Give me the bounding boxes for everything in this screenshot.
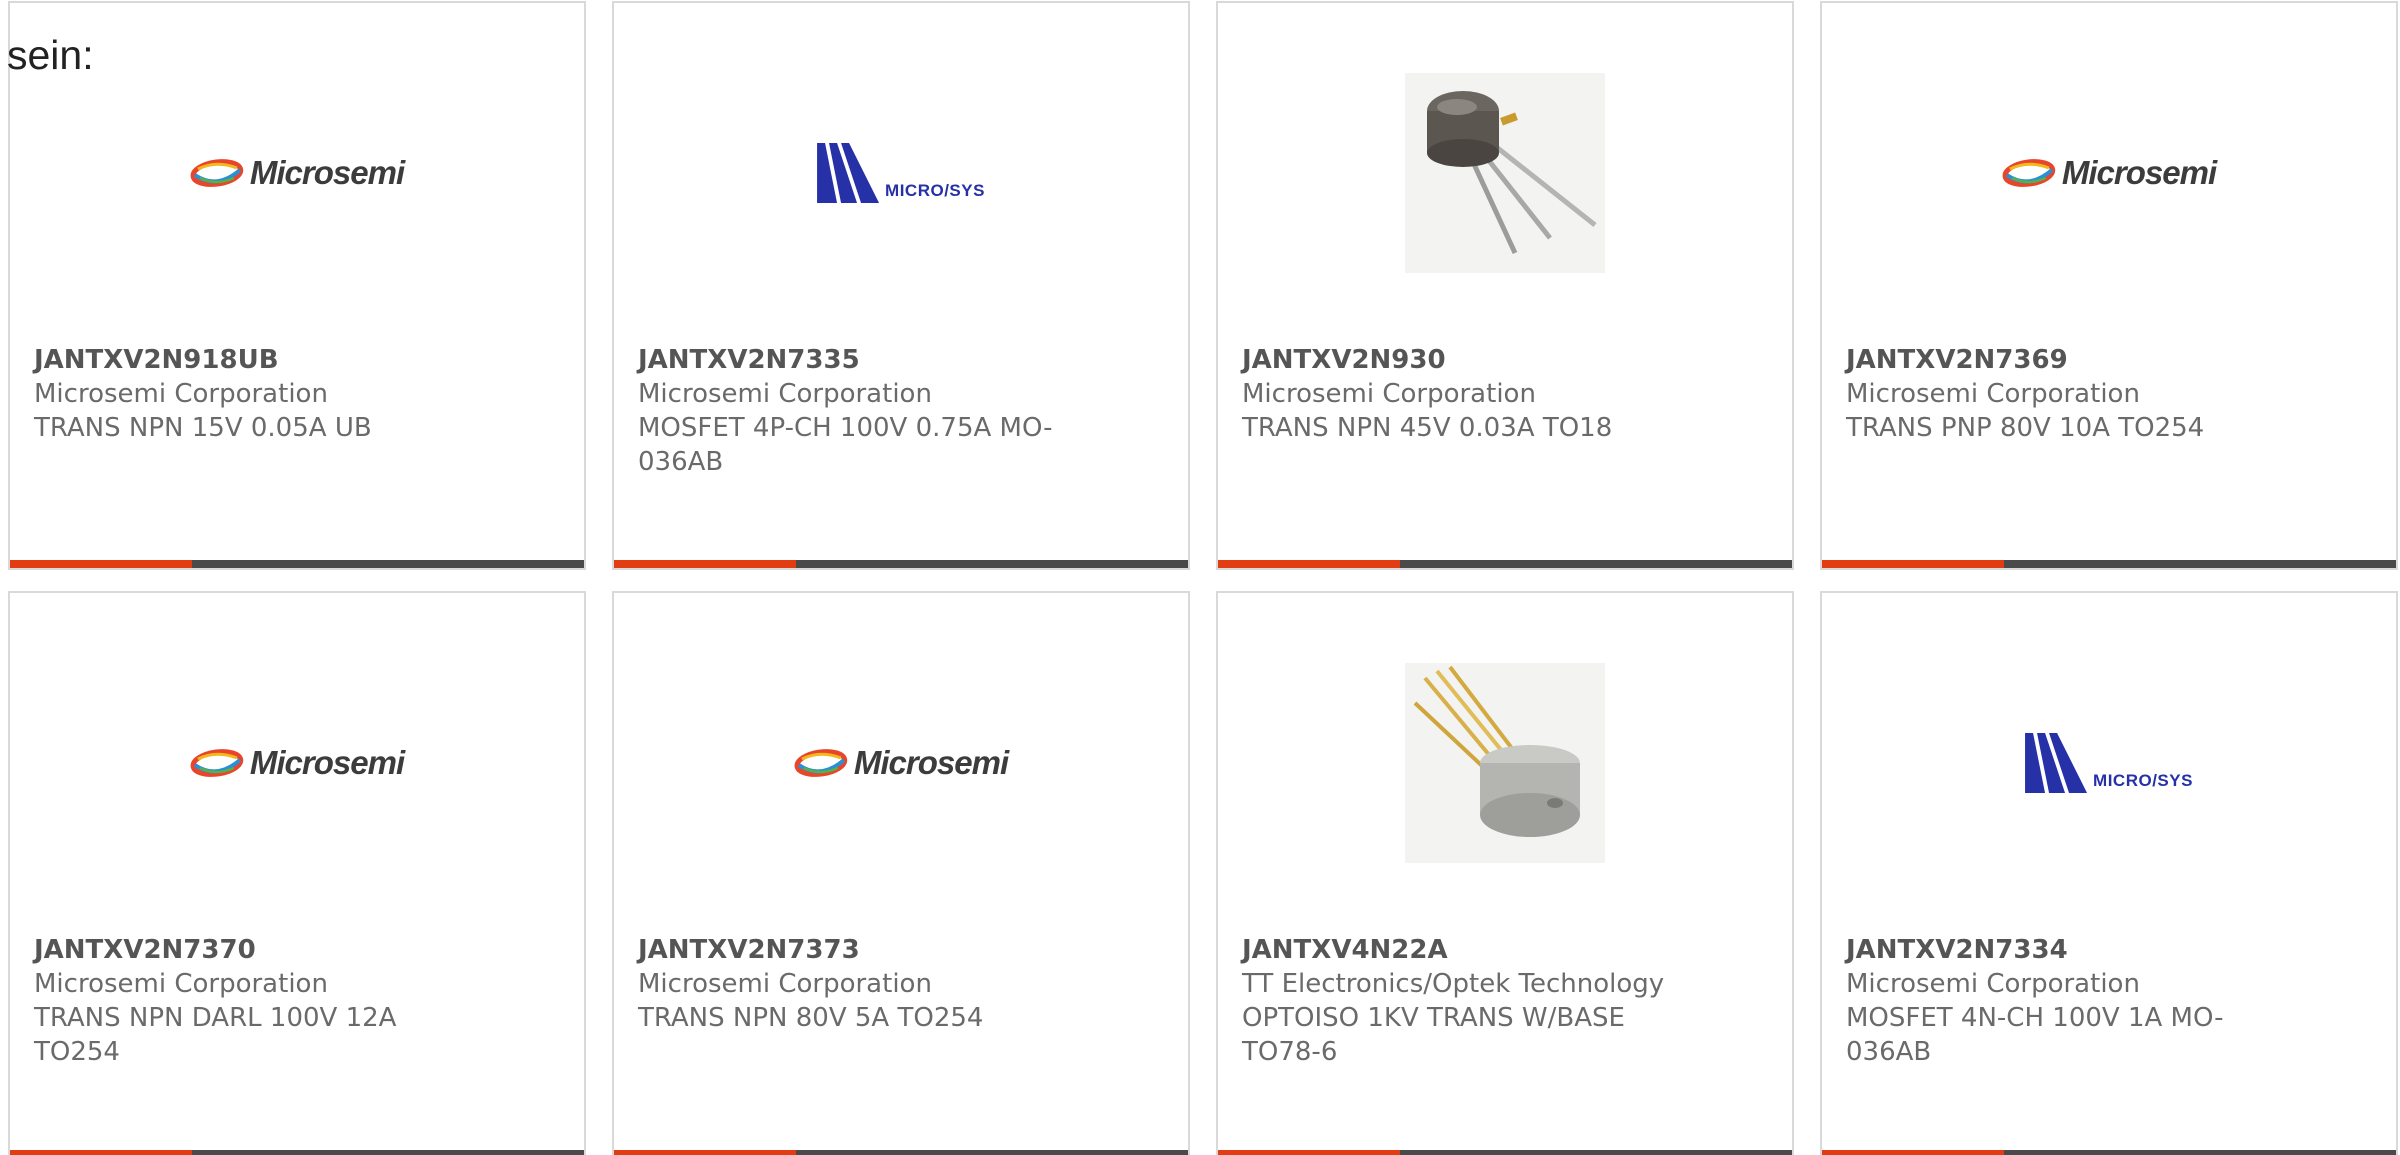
product-image[interactable]: Microsemi — [614, 593, 1188, 933]
logo-wordmark: MICRO/SYS — [885, 181, 985, 200]
card-accent-bar — [1218, 560, 1400, 568]
manufacturer: Microsemi Corporation — [34, 969, 328, 999]
product-card[interactable]: MICRO/SYS JANTXV2N7335 Microsemi Corpora… — [612, 1, 1190, 570]
card-accent-bar — [10, 1150, 192, 1155]
logo-wordmark: Microsemi — [249, 154, 405, 191]
product-image[interactable]: MICRO/SYS — [614, 3, 1188, 343]
card-accent-bar — [614, 1150, 796, 1155]
description: TRANS PNP 80V 10A TO254 — [1846, 413, 2205, 443]
part-number[interactable]: JANTXV2N7335 — [638, 343, 1078, 377]
microsemi-swirl-icon — [794, 749, 848, 777]
part-number[interactable]: JANTXV4N22A — [1242, 933, 1682, 967]
card-footer-bar — [1218, 1150, 1792, 1155]
optoisolator-icon — [1413, 665, 1580, 837]
description: MOSFET 4P-CH 100V 0.75A MO-036AB — [638, 413, 1053, 477]
logo-wordmark: MICRO/SYS — [2093, 771, 2193, 790]
card-footer-bar — [614, 560, 1188, 568]
part-number[interactable]: JANTXV2N7334 — [1846, 933, 2286, 967]
product-image[interactable]: MICRO/SYS — [1822, 593, 2396, 933]
card-footer-bar — [10, 1150, 584, 1155]
part-number[interactable]: JANTXV2N7373 — [638, 933, 1078, 967]
microsys-logo: MICRO/SYS — [817, 143, 985, 203]
transistor-icon — [1427, 91, 1597, 255]
intro-text: sein: — [7, 32, 94, 78]
manufacturer: Microsemi Corporation — [638, 379, 932, 409]
card-accent-bar — [10, 560, 192, 568]
description: TRANS NPN 45V 0.03A TO18 — [1242, 413, 1613, 443]
product-card[interactable]: MICRO/SYS JANTXV2N7334 Microsemi Corpora… — [1820, 591, 2398, 1155]
product-image[interactable] — [1218, 593, 1792, 933]
card-footer-bar — [10, 560, 584, 568]
product-card[interactable]: Microsemi JANTXV2N7373 Microsemi Corpora… — [612, 591, 1190, 1155]
logo-wordmark: Microsemi — [853, 744, 1009, 781]
description: MOSFET 4N-CH 100V 1A MO-036AB — [1846, 1003, 2224, 1067]
product-card[interactable]: Microsemi JANTXV2N7369 Microsemi Corpora… — [1820, 1, 2398, 570]
part-number[interactable]: JANTXV2N7369 — [1846, 343, 2286, 377]
description: TRANS NPN DARL 100V 12A TO254 — [34, 1003, 397, 1067]
microsemi-swirl-icon — [2002, 159, 2056, 187]
product-card[interactable]: JANTXV2N930 Microsemi Corporation TRANS … — [1216, 1, 1794, 570]
card-accent-bar — [1218, 1150, 1400, 1155]
product-image[interactable]: Microsemi — [1822, 3, 2396, 343]
part-number[interactable]: JANTXV2N918UB — [34, 343, 474, 377]
product-grid: Microsemi JANTXV2N918UB Microsemi Corpor… — [8, 1, 2400, 1155]
manufacturer: Microsemi Corporation — [34, 379, 328, 409]
logo-wordmark: Microsemi — [249, 744, 405, 781]
manufacturer: Microsemi Corporation — [1846, 969, 2140, 999]
microsemi-logo: Microsemi — [190, 744, 405, 782]
microsys-logo: MICRO/SYS — [2025, 733, 2193, 793]
logo-wordmark: Microsemi — [2061, 154, 2217, 191]
part-number[interactable]: JANTXV2N7370 — [34, 933, 474, 967]
microsemi-logo: Microsemi — [794, 744, 1009, 782]
product-image[interactable] — [1218, 3, 1792, 343]
card-footer-bar — [1218, 560, 1792, 568]
to78-optoisolator-photo — [1405, 663, 1605, 863]
microsemi-logo: Microsemi — [190, 154, 405, 192]
description: OPTOISO 1KV TRANS W/BASE TO78-6 — [1242, 1003, 1625, 1067]
card-footer-bar — [1822, 560, 2396, 568]
product-card[interactable]: Microsemi JANTXV2N918UB Microsemi Corpor… — [8, 1, 586, 570]
description: TRANS NPN 15V 0.05A UB — [34, 413, 372, 443]
to18-transistor-photo — [1405, 73, 1605, 273]
microsemi-swirl-icon — [190, 159, 244, 187]
microsys-stripes-icon — [817, 143, 880, 203]
microsys-stripes-icon — [2025, 733, 2088, 793]
product-card[interactable]: Microsemi JANTXV2N7370 Microsemi Corpora… — [8, 591, 586, 1155]
description: TRANS NPN 80V 5A TO254 — [638, 1003, 984, 1033]
card-accent-bar — [1822, 1150, 2004, 1155]
part-number[interactable]: JANTXV2N930 — [1242, 343, 1682, 377]
card-footer-bar — [1822, 1150, 2396, 1155]
card-footer-bar — [614, 1150, 1188, 1155]
product-image[interactable]: Microsemi — [10, 593, 584, 933]
microsemi-logo: Microsemi — [2002, 154, 2217, 192]
manufacturer: Microsemi Corporation — [638, 969, 932, 999]
product-image[interactable]: Microsemi — [10, 3, 584, 343]
card-accent-bar — [614, 560, 796, 568]
product-card[interactable]: JANTXV4N22A TT Electronics/Optek Technol… — [1216, 591, 1794, 1155]
microsemi-swirl-icon — [190, 749, 244, 777]
manufacturer: Microsemi Corporation — [1846, 379, 2140, 409]
card-accent-bar — [1822, 560, 2004, 568]
manufacturer: TT Electronics/Optek Technology — [1242, 969, 1665, 999]
manufacturer: Microsemi Corporation — [1242, 379, 1536, 409]
